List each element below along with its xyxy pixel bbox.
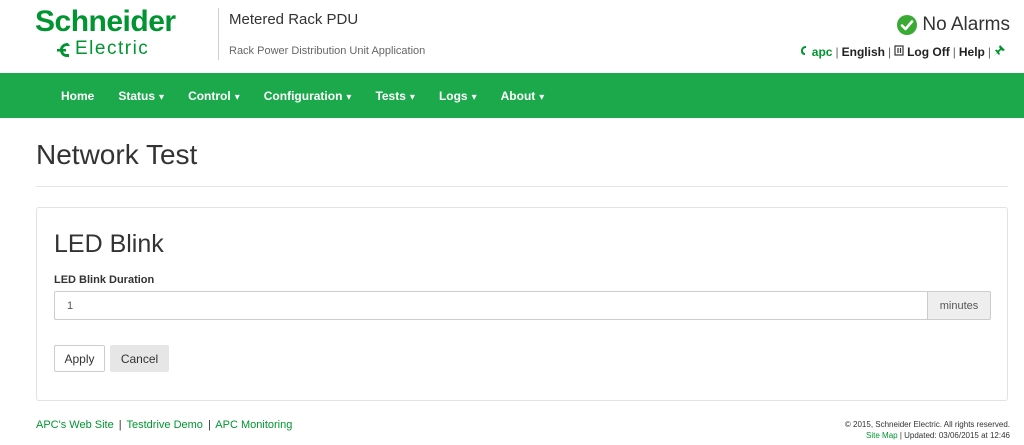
duration-unit-addon: minutes bbox=[927, 291, 991, 320]
logo-subword: Electric bbox=[75, 38, 150, 59]
check-circle-icon bbox=[897, 15, 918, 35]
led-blink-panel: LED Blink LED Blink Duration minutes App… bbox=[36, 207, 1008, 401]
link-separator: | bbox=[887, 45, 892, 59]
link-separator: | bbox=[835, 45, 839, 59]
cancel-button[interactable]: Cancel bbox=[110, 345, 169, 372]
caret-down-icon: ▾ bbox=[539, 91, 545, 103]
updated-text: | Updated: 03/06/2015 at 12:46 bbox=[899, 431, 1010, 440]
caret-down-icon: ▾ bbox=[346, 91, 352, 103]
panel-title: LED Blink bbox=[54, 230, 164, 258]
footer-links: APC's Web Site | Testdrive Demo | APC Mo… bbox=[36, 419, 292, 431]
logoff-link[interactable]: Log Off bbox=[907, 45, 950, 59]
page-title: Network Test bbox=[36, 139, 198, 170]
header-divider bbox=[218, 8, 219, 60]
nav-tests[interactable]: Tests ▾ bbox=[375, 89, 415, 103]
language-link[interactable]: English bbox=[842, 45, 885, 59]
alarm-text: No Alarms bbox=[922, 14, 1010, 35]
app-title: Metered Rack PDU bbox=[229, 11, 359, 28]
header: Schneider Electric Metered Rack PDU Rack… bbox=[0, 0, 1024, 73]
site-map-link[interactable]: Site Map bbox=[866, 431, 898, 440]
caret-down-icon: ▾ bbox=[159, 91, 165, 103]
caret-down-icon: ▾ bbox=[409, 91, 415, 103]
copyright-text: © 2015, Schneider Electric. All rights r… bbox=[844, 420, 1010, 429]
link-separator: | bbox=[987, 45, 991, 59]
apc-icon bbox=[800, 45, 809, 59]
apc-website-link[interactable]: APC's Web Site bbox=[36, 419, 114, 431]
footer-info: © 2015, Schneider Electric. All rights r… bbox=[845, 419, 1010, 441]
header-links: apc | English | Log Off | Help | bbox=[800, 45, 1008, 59]
testdrive-demo-link[interactable]: Testdrive Demo bbox=[127, 419, 203, 431]
led-blink-duration-group: minutes bbox=[54, 291, 991, 320]
link-separator: | bbox=[118, 419, 122, 431]
electric-mark-icon bbox=[57, 43, 70, 57]
app-subtitle: Rack Power Distribution Unit Application bbox=[229, 45, 426, 57]
caret-down-icon: ▾ bbox=[471, 91, 477, 103]
alarm-status[interactable]: No Alarms bbox=[897, 13, 1010, 37]
nav-status[interactable]: Status ▾ bbox=[118, 89, 164, 103]
link-separator: | bbox=[952, 45, 956, 59]
led-blink-duration-label: LED Blink Duration bbox=[54, 274, 155, 286]
help-link[interactable]: Help bbox=[959, 45, 985, 59]
schneider-logo[interactable]: Schneider Electric bbox=[35, 4, 213, 62]
title-divider bbox=[36, 186, 1008, 187]
apc-link[interactable]: apc bbox=[812, 45, 833, 59]
link-separator: | bbox=[207, 419, 211, 431]
footer-meta: Site Map | Updated: 03/06/2015 at 12:46 bbox=[845, 430, 1010, 441]
apply-button[interactable]: Apply bbox=[54, 345, 105, 372]
apc-monitoring-link[interactable]: APC Monitoring bbox=[215, 419, 292, 431]
nav-logs[interactable]: Logs ▾ bbox=[439, 89, 477, 103]
caret-down-icon: ▾ bbox=[234, 91, 240, 103]
nav-configuration[interactable]: Configuration ▾ bbox=[264, 89, 352, 103]
nav-control[interactable]: Control ▾ bbox=[188, 89, 240, 103]
nav-home[interactable]: Home bbox=[61, 89, 94, 103]
nav-about[interactable]: About ▾ bbox=[501, 89, 545, 103]
led-blink-duration-input[interactable] bbox=[54, 291, 927, 320]
logoff-icon bbox=[894, 45, 904, 59]
logo-wordmark: Schneider bbox=[35, 5, 176, 38]
main-nav: Home Status ▾ Control ▾ Configuration ▾ Tes… bbox=[0, 73, 1024, 118]
pin-icon[interactable] bbox=[994, 45, 1005, 59]
